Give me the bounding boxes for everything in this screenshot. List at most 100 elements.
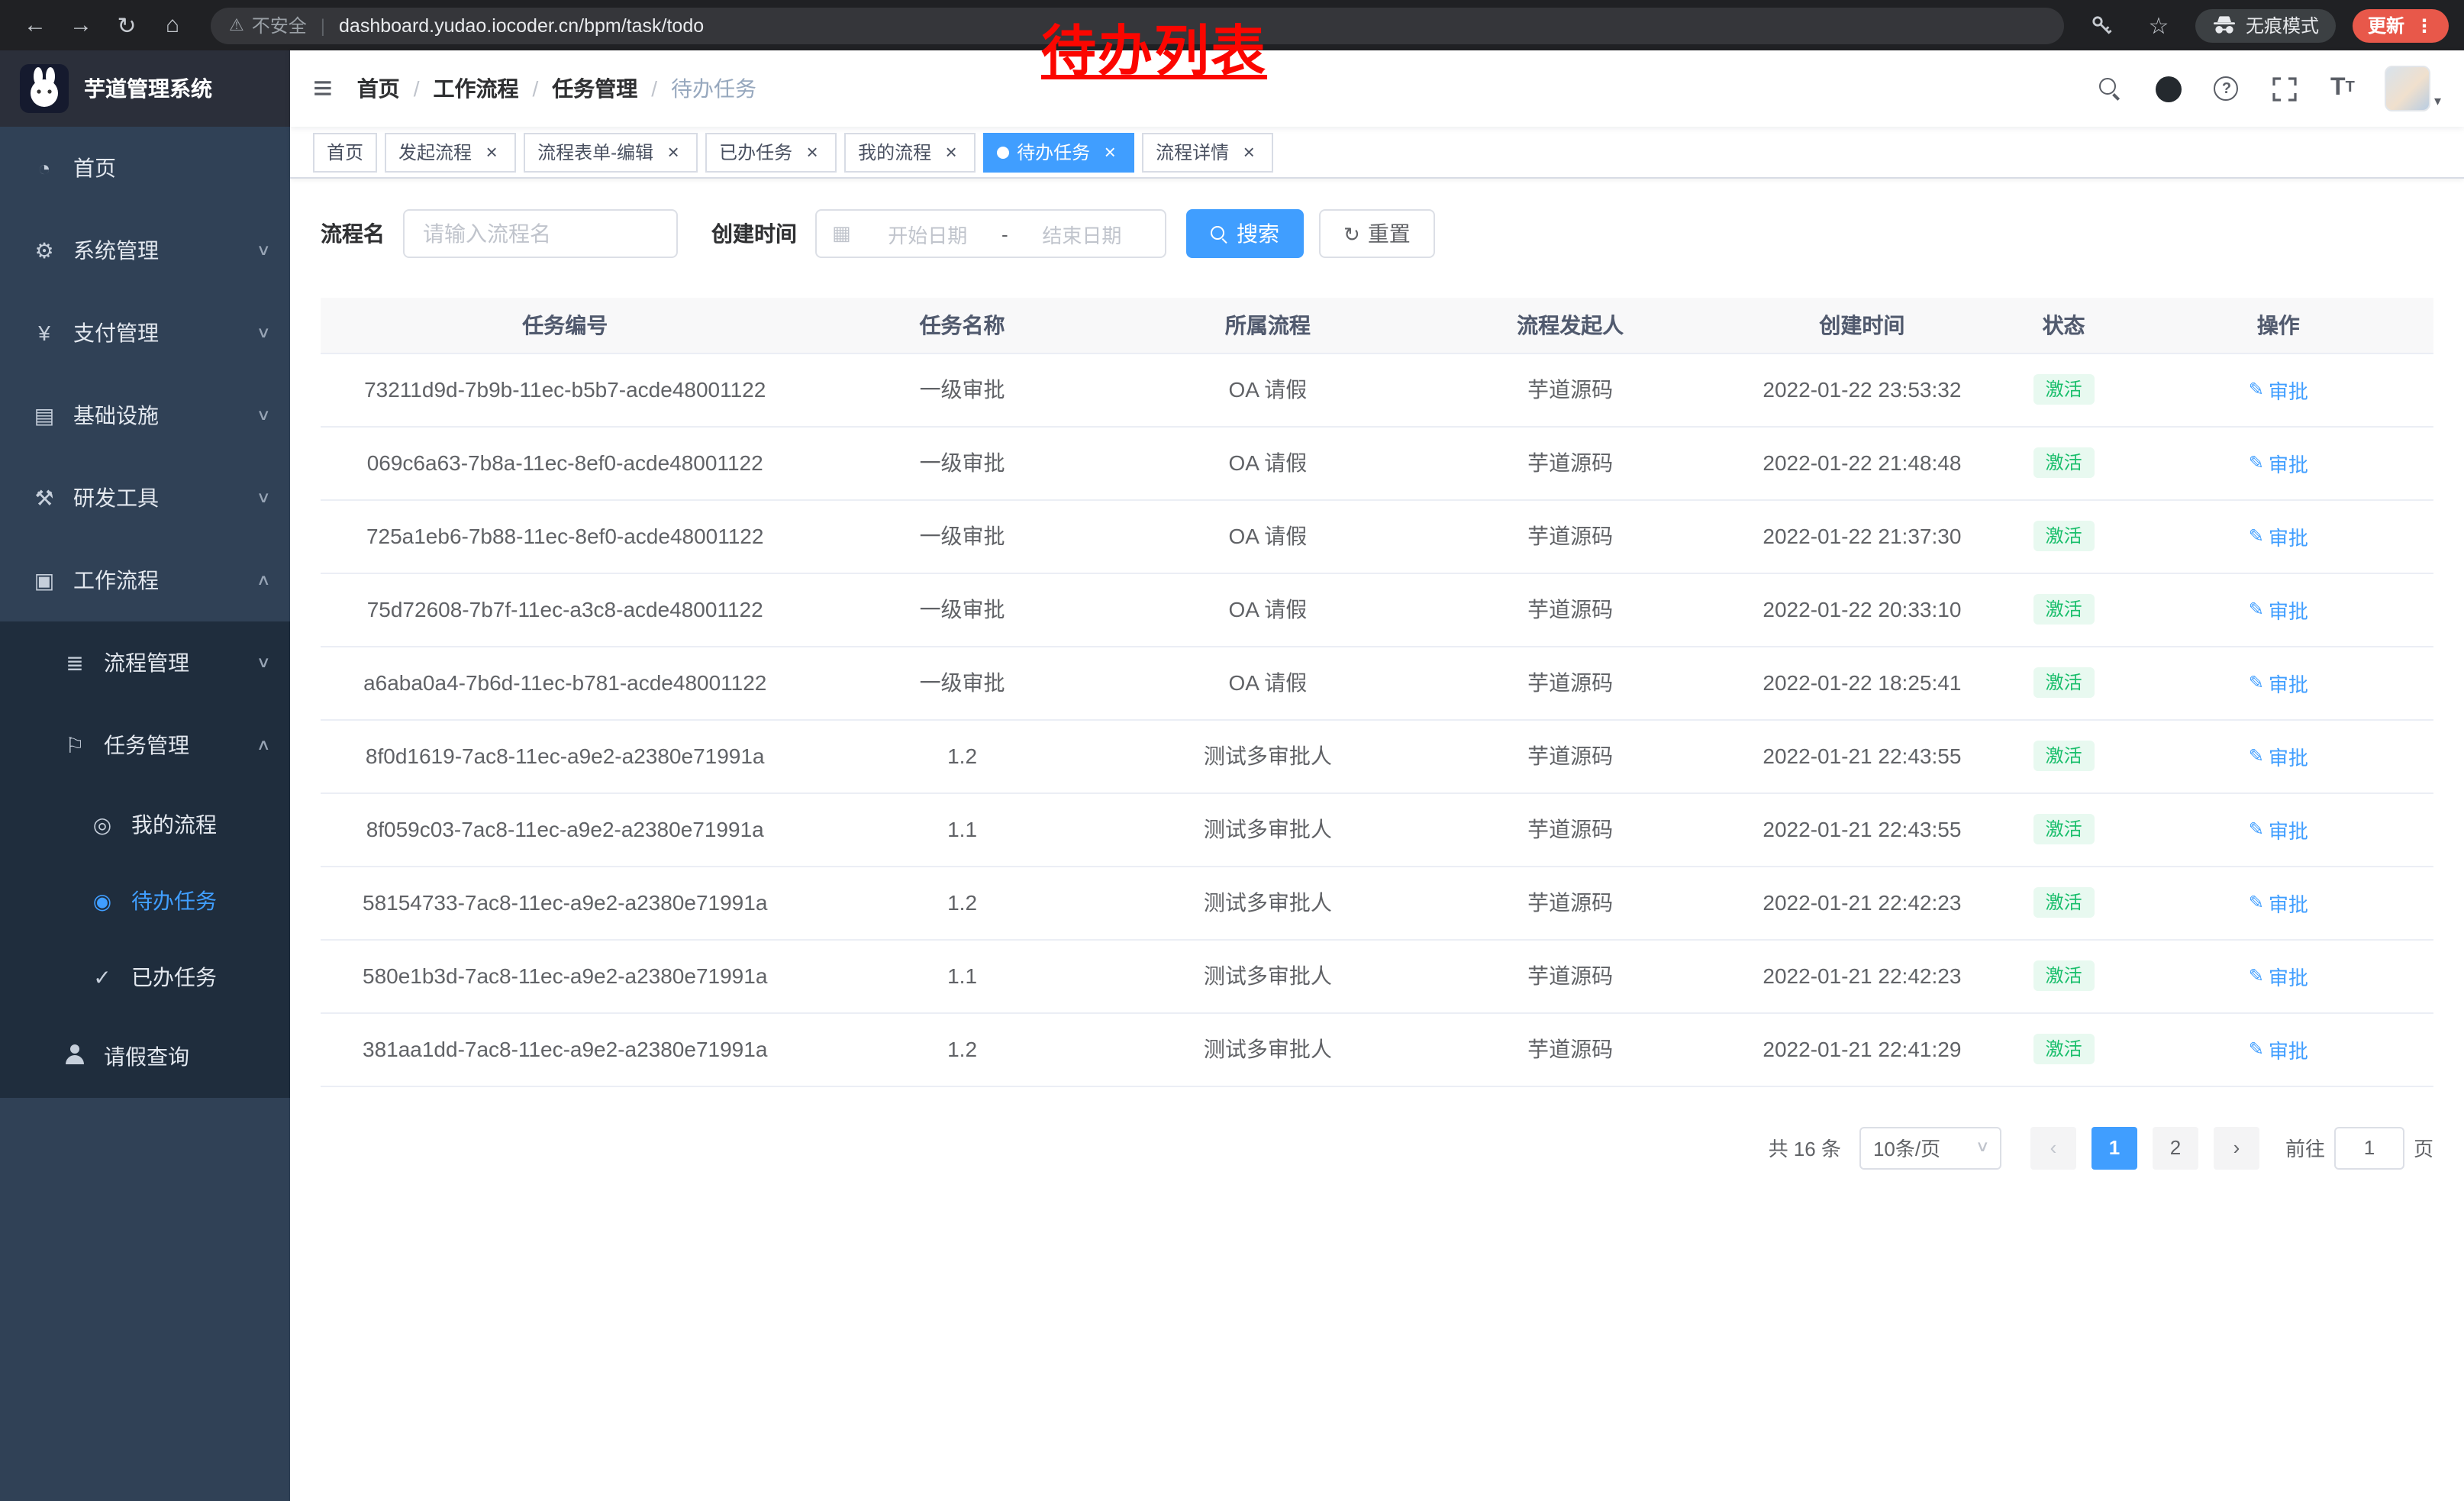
tab-my-process[interactable]: 我的流程 × <box>844 132 976 172</box>
update-button[interactable]: 更新 ⋮ <box>2353 8 2449 42</box>
close-icon[interactable]: × <box>1099 141 1121 163</box>
table-row: 8f0d1619-7ac8-11ec-a9e2-a2380e71991a 1.2… <box>321 719 2433 792</box>
approve-link[interactable]: ✎审批 <box>2249 961 2308 990</box>
address-bar[interactable]: ⚠ 不安全 | dashboard.yudao.iocoder.cn/bpm/t… <box>211 7 2064 44</box>
tab-start-process[interactable]: 发起流程 × <box>385 132 516 172</box>
user-menu[interactable]: ▾ <box>2385 66 2441 111</box>
page-size-select[interactable]: 10条/页 ∨ <box>1859 1126 2001 1169</box>
sidebar-collapse-icon[interactable]: ≡ <box>313 72 333 105</box>
fullscreen-icon[interactable] <box>2269 66 2300 111</box>
avatar[interactable] <box>2385 66 2431 111</box>
browser-menu-icon[interactable]: ⋮ <box>2415 15 2433 36</box>
total-count: 共 16 条 <box>1769 1133 1841 1162</box>
page-content: 流程名 创建时间 ▦ 开始日期 - 结束日期 搜索 ↻ <box>290 179 2464 1501</box>
back-icon[interactable]: ← <box>15 7 55 44</box>
prev-page-button[interactable]: ‹ <box>2030 1126 2076 1169</box>
reset-button[interactable]: ↻ 重置 <box>1319 209 1435 258</box>
sidebar-item-dev-tools[interactable]: ⚒ 研发工具 ∨ <box>0 457 290 539</box>
chevron-up-icon: ∧ <box>256 572 270 589</box>
cell-status: 激活 <box>2004 499 2124 573</box>
cell-task-name: 1.2 <box>809 866 1114 939</box>
sidebar-item-infrastructure[interactable]: ▤ 基础设施 ∨ <box>0 374 290 457</box>
search-icon[interactable] <box>2095 66 2126 111</box>
tab-process-detail[interactable]: 流程详情 × <box>1142 132 1273 172</box>
url-text[interactable]: dashboard.yudao.iocoder.cn/bpm/task/todo <box>339 15 704 36</box>
sidebar-item-leave-query[interactable]: 请假查询 <box>0 1015 290 1098</box>
sidebar-item-todo-tasks[interactable]: ◉ 待办任务 <box>0 863 290 939</box>
approve-link[interactable]: ✎审批 <box>2249 448 2308 477</box>
approve-link[interactable]: ✎审批 <box>2249 595 2308 624</box>
app-logo-row[interactable]: 芋道管理系统 <box>0 50 290 127</box>
next-page-button[interactable]: › <box>2214 1126 2259 1169</box>
breadcrumb-home[interactable]: 首页 <box>357 73 400 104</box>
approve-link[interactable]: ✎审批 <box>2249 521 2308 550</box>
cell-create-time: 2022-01-21 22:43:55 <box>1720 719 2004 792</box>
cell-process: OA 请假 <box>1115 646 1421 719</box>
cell-task-id: 58154733-7ac8-11ec-a9e2-a2380e71991a <box>321 866 809 939</box>
date-range-picker[interactable]: ▦ 开始日期 - 结束日期 <box>815 209 1166 258</box>
goto-page-input[interactable] <box>2334 1126 2404 1169</box>
cell-task-name: 1.1 <box>809 939 1114 1012</box>
breadcrumb-current: 待办任务 <box>671 73 756 104</box>
github-icon[interactable] <box>2153 66 2184 111</box>
reload-icon[interactable]: ↻ <box>107 7 147 44</box>
caret-down-icon: ▾ <box>2434 93 2441 110</box>
status-badge: 激活 <box>2033 1034 2095 1065</box>
approve-link[interactable]: ✎审批 <box>2249 1035 2308 1064</box>
password-key-icon[interactable] <box>2082 7 2122 44</box>
flag-icon: ⚐ <box>61 732 89 758</box>
cell-process: 测试多审批人 <box>1115 1012 1421 1086</box>
approve-link[interactable]: ✎审批 <box>2249 375 2308 404</box>
sidebar-item-workflow[interactable]: ▣ 工作流程 ∧ <box>0 539 290 621</box>
chevron-down-icon: ∨ <box>256 324 270 341</box>
incognito-label: 无痕模式 <box>2246 12 2319 38</box>
cell-task-id: 580e1b3d-7ac8-11ec-a9e2-a2380e71991a <box>321 939 809 1012</box>
approve-link[interactable]: ✎审批 <box>2249 741 2308 770</box>
approve-link[interactable]: ✎审批 <box>2249 815 2308 844</box>
close-icon[interactable]: × <box>1238 141 1259 163</box>
page-button-2[interactable]: 2 <box>2153 1126 2198 1169</box>
approve-link[interactable]: ✎审批 <box>2249 888 2308 917</box>
approve-link[interactable]: ✎审批 <box>2249 668 2308 697</box>
page-button-1[interactable]: 1 <box>2091 1126 2137 1169</box>
tab-todo-tasks[interactable]: 待办任务 × <box>983 132 1134 172</box>
process-name-input[interactable] <box>403 209 678 258</box>
close-icon[interactable]: × <box>801 141 823 163</box>
sidebar-item-system[interactable]: ⚙ 系统管理 ∨ <box>0 209 290 292</box>
tab-home[interactable]: 首页 <box>313 132 377 172</box>
cell-task-id: 381aa1dd-7ac8-11ec-a9e2-a2380e71991a <box>321 1012 809 1086</box>
help-icon[interactable]: ? <box>2211 66 2242 111</box>
sidebar-item-done-tasks[interactable]: ✓ 已办任务 <box>0 939 290 1015</box>
sidebar-item-task-management[interactable]: ⚐ 任务管理 ∧ <box>0 704 290 786</box>
cell-task-name: 一级审批 <box>809 573 1114 646</box>
start-date-placeholder: 开始日期 <box>860 219 995 248</box>
sidebar-item-payment[interactable]: ¥ 支付管理 ∨ <box>0 292 290 374</box>
font-size-icon[interactable]: TT <box>2327 66 2358 111</box>
column-header-create-time: 创建时间 <box>1720 298 2004 353</box>
tab-process-form-edit[interactable]: 流程表单-编辑 × <box>524 132 698 172</box>
forward-icon[interactable]: → <box>61 7 101 44</box>
cell-task-name: 1.1 <box>809 792 1114 866</box>
close-icon[interactable]: × <box>940 141 962 163</box>
sidebar-item-home[interactable]: ◔ 首页 <box>0 127 290 209</box>
breadcrumb-workflow[interactable]: 工作流程 <box>433 73 518 104</box>
tab-done-tasks[interactable]: 已办任务 × <box>705 132 837 172</box>
close-icon[interactable]: × <box>481 141 502 163</box>
active-tab-dot <box>997 146 1009 158</box>
cell-initiator: 芋道源码 <box>1421 426 1720 499</box>
home-icon[interactable]: ⌂ <box>153 7 192 44</box>
omnibox-divider: | <box>321 15 325 36</box>
chevron-down-icon: ∨ <box>256 242 270 259</box>
sidebar-item-process-management[interactable]: ≣ 流程管理 ∨ <box>0 621 290 704</box>
status-badge: 激活 <box>2033 594 2095 625</box>
column-header-process: 所属流程 <box>1115 298 1421 353</box>
incognito-badge[interactable]: 无痕模式 <box>2195 8 2336 42</box>
sidebar-item-my-process[interactable]: ◎ 我的流程 <box>0 786 290 863</box>
security-label[interactable]: 不安全 <box>252 12 307 38</box>
cell-status: 激活 <box>2004 646 2124 719</box>
search-button[interactable]: 搜索 <box>1186 209 1304 258</box>
close-icon[interactable]: × <box>663 141 684 163</box>
breadcrumb-task-management[interactable]: 任务管理 <box>552 73 637 104</box>
cell-status: 激活 <box>2004 573 2124 646</box>
bookmark-star-icon[interactable]: ☆ <box>2139 7 2179 44</box>
